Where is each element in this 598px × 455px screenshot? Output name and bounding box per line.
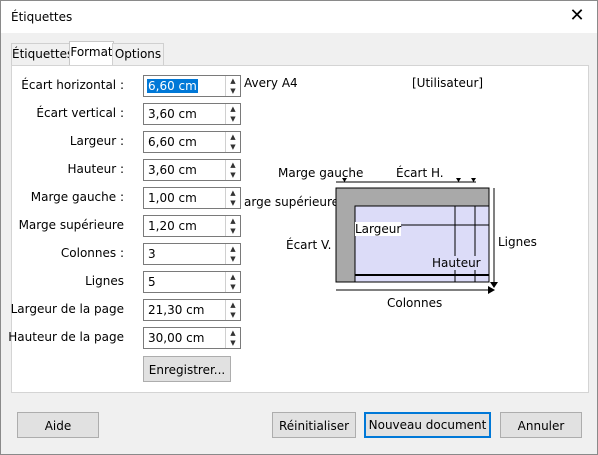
field-value[interactable]: 3,60 cm: [148, 107, 197, 121]
spin-buttons[interactable]: ▲ ▼: [225, 188, 240, 208]
field-label: Marge supérieure: [18, 218, 124, 232]
field-label: Écart horizontal :: [21, 78, 124, 92]
field-row-page-width: Largeur de la page: [10, 299, 124, 321]
save-button[interactable]: Enregistrer...: [143, 356, 231, 382]
field-row-left-margin: Marge gauche :: [12, 187, 124, 209]
spin-down-icon[interactable]: ▼: [226, 198, 240, 208]
spin-down-icon[interactable]: ▼: [226, 310, 240, 320]
spin-down-icon[interactable]: ▼: [226, 226, 240, 236]
width-spinbox[interactable]: 6,60 cm ▲ ▼: [143, 131, 241, 153]
page-width-spinbox[interactable]: 21,30 cm ▲ ▼: [143, 299, 241, 321]
tab-etiquettes[interactable]: Étiquettes: [11, 43, 73, 65]
spin-down-icon[interactable]: ▼: [226, 142, 240, 152]
spin-up-icon[interactable]: ▲: [226, 188, 240, 198]
spin-buttons[interactable]: ▲ ▼: [225, 132, 240, 152]
h-gap-end-marker-icon: [471, 178, 476, 182]
spin-buttons[interactable]: ▲ ▼: [225, 272, 240, 292]
field-value[interactable]: 1,20 cm: [148, 219, 197, 233]
spin-buttons[interactable]: ▲ ▼: [225, 300, 240, 320]
field-row-horizontal-gap: Écart horizontal :: [12, 75, 124, 97]
spin-up-icon[interactable]: ▲: [226, 76, 240, 86]
window-title: Étiquettes: [11, 10, 73, 24]
field-value[interactable]: 3: [148, 247, 156, 261]
spin-down-icon[interactable]: ▼: [226, 86, 240, 96]
vertical-gap-spinbox[interactable]: 3,60 cm ▲ ▼: [143, 103, 241, 125]
field-row-rows: Lignes: [12, 271, 124, 293]
field-row-page-height: Hauteur de la page: [8, 327, 124, 349]
labels-dialog: Étiquettes ✕ Étiquettes Format Options É…: [0, 0, 598, 455]
diagram-label-top-margin: arge supérieure: [244, 195, 340, 209]
spin-buttons[interactable]: ▲ ▼: [225, 328, 240, 348]
spin-up-icon[interactable]: ▲: [226, 160, 240, 170]
field-value[interactable]: 6,60 cm: [148, 135, 197, 149]
rows-spinbox[interactable]: 5 ▲ ▼: [143, 271, 241, 293]
h-gap-marker-icon: [456, 178, 461, 182]
field-value[interactable]: 6,60 cm: [147, 79, 198, 93]
field-value[interactable]: 5: [148, 275, 156, 289]
top-margin-spinbox[interactable]: 1,20 cm ▲ ▼: [143, 215, 241, 237]
cancel-button[interactable]: Annuler: [500, 412, 582, 438]
page-height-spinbox[interactable]: 30,00 cm ▲ ▼: [143, 327, 241, 349]
format-panel: Écart horizontal : 6,60 cm ▲ ▼ Écart vert…: [8, 65, 589, 393]
spin-up-icon[interactable]: ▲: [226, 132, 240, 142]
horizontal-gap-spinbox[interactable]: 6,60 cm ▲ ▼: [143, 75, 241, 97]
spin-up-icon[interactable]: ▲: [226, 272, 240, 282]
field-row-top-margin: Marge supérieure: [12, 215, 124, 237]
diagram-label-v-gap: Écart V.: [286, 238, 332, 252]
left-margin-marker-icon: [342, 178, 347, 182]
field-row-columns: Colonnes :: [12, 243, 124, 265]
diagram-label-height: Hauteur: [432, 256, 481, 270]
tab-options[interactable]: Options: [112, 43, 164, 65]
spin-up-icon[interactable]: ▲: [226, 328, 240, 338]
spin-buttons[interactable]: ▲ ▼: [225, 76, 240, 96]
spin-down-icon[interactable]: ▼: [226, 114, 240, 124]
columns-spinbox[interactable]: 3 ▲ ▼: [143, 243, 241, 265]
spin-down-icon[interactable]: ▼: [226, 282, 240, 292]
spin-up-icon[interactable]: ▲: [226, 216, 240, 226]
rows-arrow-icon: [490, 282, 498, 288]
left-margin-spinbox[interactable]: 1,00 cm ▲ ▼: [143, 187, 241, 209]
field-row-vertical-gap: Écart vertical :: [12, 103, 124, 125]
tab-format[interactable]: Format: [69, 41, 114, 66]
spin-down-icon[interactable]: ▼: [226, 170, 240, 180]
title-bar: Étiquettes ✕: [1, 1, 597, 33]
spin-up-icon[interactable]: ▲: [226, 300, 240, 310]
field-value[interactable]: 1,00 cm: [148, 191, 197, 205]
spin-buttons[interactable]: ▲ ▼: [225, 244, 240, 264]
field-value[interactable]: 30,00 cm: [148, 331, 204, 345]
field-label: Écart vertical :: [36, 106, 124, 120]
spin-buttons[interactable]: ▲ ▼: [225, 216, 240, 236]
field-row-height: Hauteur :: [12, 159, 124, 181]
field-label: Colonnes :: [60, 246, 124, 260]
spin-buttons[interactable]: ▲ ▼: [225, 160, 240, 180]
spin-buttons[interactable]: ▲ ▼: [225, 104, 240, 124]
diagram-label-width: Largeur: [355, 222, 402, 236]
field-label: Lignes: [85, 274, 124, 288]
spin-up-icon[interactable]: ▲: [226, 244, 240, 254]
field-label: Largeur de la page: [10, 302, 124, 316]
field-value[interactable]: 21,30 cm: [148, 303, 204, 317]
spin-down-icon[interactable]: ▼: [226, 254, 240, 264]
type-label: [Utilisateur]: [412, 76, 484, 90]
label-area: [354, 205, 490, 283]
reset-button[interactable]: Réinitialiser: [272, 412, 356, 438]
field-label: Marge gauche :: [30, 190, 124, 204]
new-document-button[interactable]: Nouveau document: [364, 412, 491, 438]
field-label: Hauteur de la page: [8, 330, 124, 344]
field-label: Hauteur :: [67, 162, 124, 176]
close-icon[interactable]: ✕: [567, 6, 587, 26]
diagram-label-rows: Lignes: [498, 235, 537, 249]
spin-down-icon[interactable]: ▼: [226, 338, 240, 348]
field-value[interactable]: 3,60 cm: [148, 163, 197, 177]
spin-up-icon[interactable]: ▲: [226, 104, 240, 114]
help-button[interactable]: Aide: [17, 412, 99, 438]
height-spinbox[interactable]: 3,60 cm ▲ ▼: [143, 159, 241, 181]
field-label: Largeur :: [69, 134, 124, 148]
diagram-label-columns: Colonnes: [387, 296, 443, 310]
brand-label: Avery A4: [244, 76, 298, 90]
field-row-width: Largeur :: [12, 131, 124, 153]
